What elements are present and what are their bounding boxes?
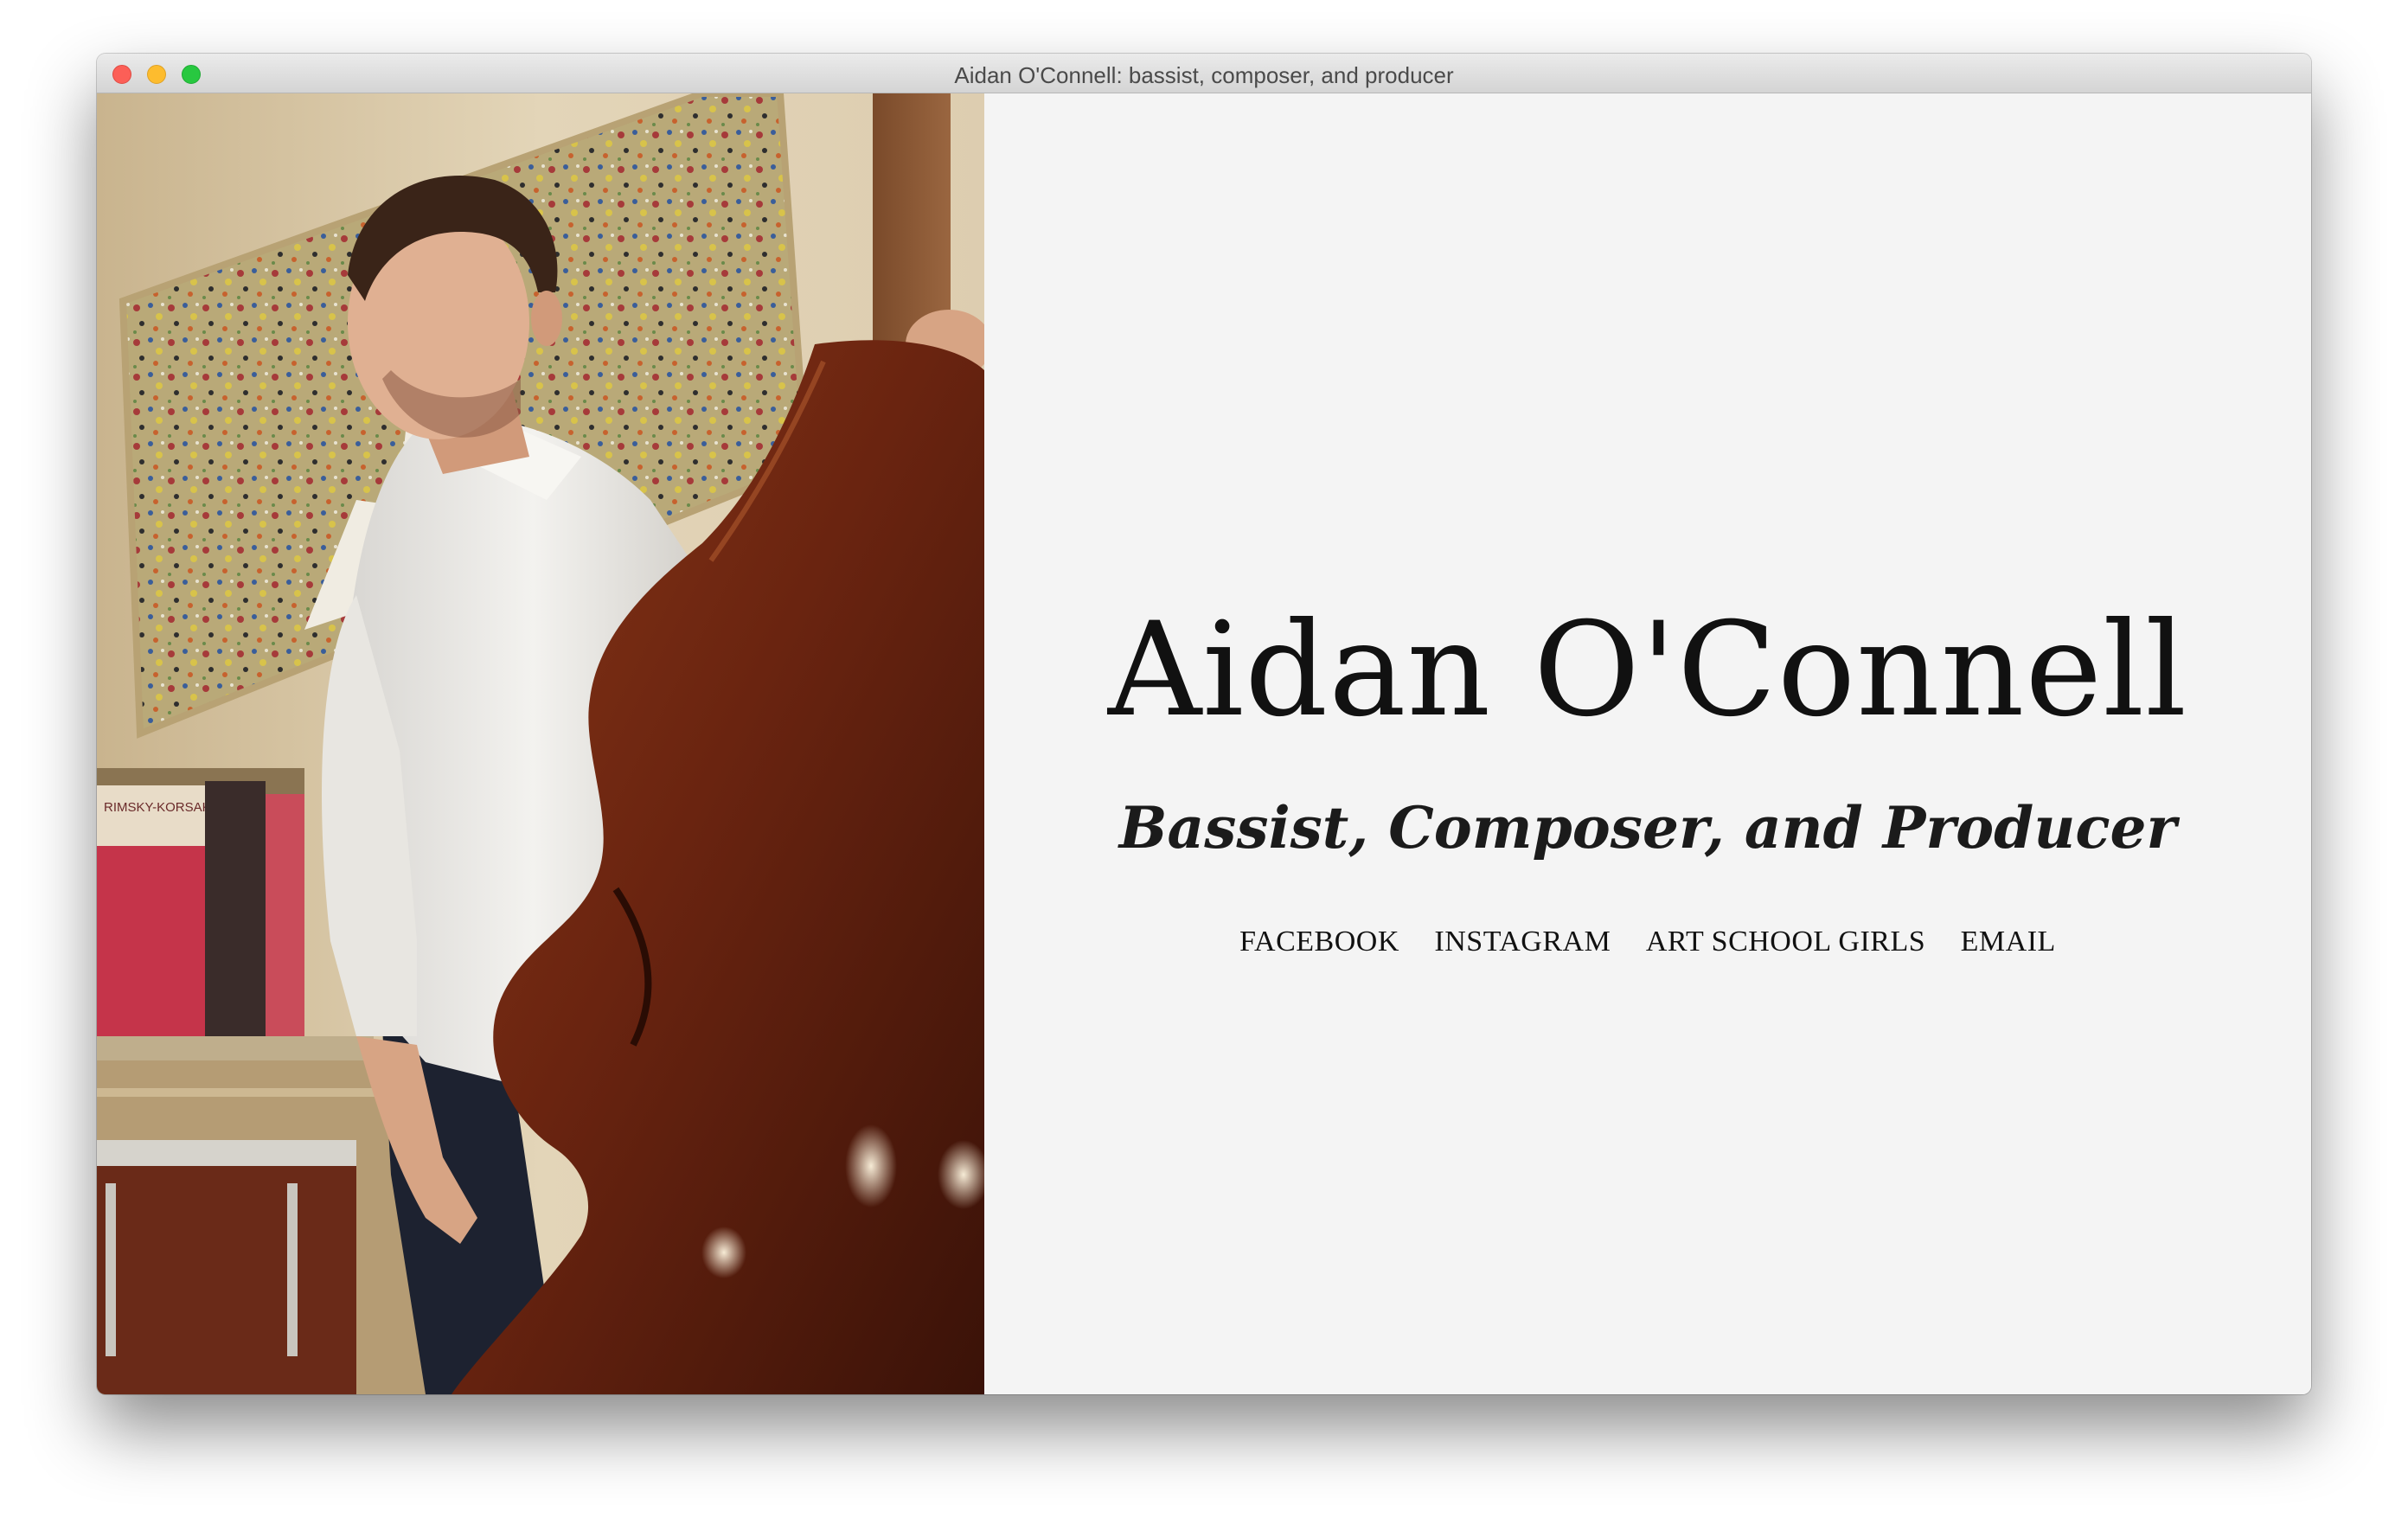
instagram-link[interactable]: INSTAGRAM (1434, 926, 1611, 958)
window-title: Aidan O'Connell: bassist, composer, and … (954, 62, 1454, 88)
facebook-link[interactable]: FACEBOOK (1239, 926, 1399, 958)
artist-name: Aidan O'Connell (1107, 595, 2188, 746)
social-links: FACEBOOK INSTAGRAM ART SCHOOL GIRLS EMAI… (984, 926, 2311, 958)
browser-window: Aidan O'Connell: bassist, composer, and … (97, 54, 2311, 1394)
email-link[interactable]: EMAIL (1961, 926, 2056, 958)
intro-panel: Aidan O'Connell Bassist, Composer, and P… (984, 93, 2311, 1394)
art-school-girls-link[interactable]: ART SCHOOL GIRLS (1646, 926, 1925, 958)
hero-photo: RIMSKY-KORSAKOV (97, 93, 984, 1394)
artist-tagline: Bassist, Composer, and Producer (1118, 794, 2177, 862)
portrait-image: RIMSKY-KORSAKOV (97, 93, 984, 1394)
title-bar[interactable]: Aidan O'Connell: bassist, composer, and … (97, 54, 2311, 93)
conga-drum (97, 1140, 356, 1394)
